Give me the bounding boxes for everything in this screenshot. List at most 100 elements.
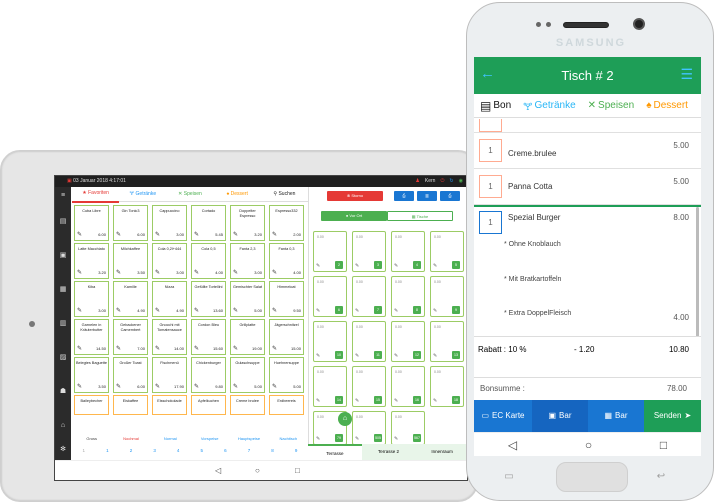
edit-icon[interactable]: ✎ [155, 231, 160, 238]
product-card[interactable]: Gulaschsuppe ✎ 5.00 [230, 357, 265, 393]
qty-box[interactable]: 1 [479, 139, 502, 162]
course-nochmal[interactable]: Nochmal [111, 436, 150, 441]
product-card[interactable]: Cordon Bleu ✎ 15.60 [191, 319, 226, 355]
table-card[interactable]: 0.00 ✎ 12 [391, 321, 425, 362]
product-card[interactable]: Cola 0,5 ✎ 4.00 [191, 243, 226, 279]
bar-calc-button[interactable]: ▦ Bar [588, 400, 644, 432]
nav-recent-icon[interactable]: □ [295, 466, 300, 475]
edit-icon[interactable]: ✎ [433, 398, 437, 404]
course-gruss[interactable]: Gruss [72, 436, 111, 441]
edit-icon[interactable]: ✎ [77, 307, 82, 314]
edit-icon[interactable]: ✎ [272, 307, 277, 314]
table-card[interactable]: 0.00 ✎ 16 [391, 366, 425, 407]
tab-dessert[interactable]: ♠ Dessert [214, 187, 261, 202]
nav-back-icon[interactable]: ◁ [215, 466, 221, 475]
product-card[interactable]: Gefüllte Tortellini ✎ 13.60 [191, 281, 226, 317]
edit-icon[interactable]: ✎ [77, 231, 82, 238]
edit-icon[interactable]: ✎ [394, 398, 398, 404]
menu-dessert[interactable]: ♠ Dessert [640, 100, 694, 111]
product-card[interactable]: Huehnersuppe ✎ 5.00 [269, 357, 304, 393]
tab-speisen[interactable]: ✕ Speisen [166, 187, 213, 202]
page-number[interactable]: 9 [284, 448, 308, 453]
nav-recent-icon[interactable]: □ [660, 438, 667, 452]
edit-icon[interactable]: ✎ [155, 345, 160, 352]
edit-icon[interactable]: ✎ [233, 307, 238, 314]
edit-icon[interactable]: ✎ [116, 345, 121, 352]
product-card[interactable]: Espresso332 ✎ 2.00 [269, 205, 304, 241]
edit-icon[interactable]: ✎ [155, 269, 160, 276]
edit-icon[interactable]: ✎ [116, 231, 121, 238]
table-card[interactable]: 0.00 ✎ 567 [391, 411, 425, 445]
room-terrasse[interactable]: Terrasse [308, 444, 362, 460]
product-card[interactable]: Kamille ✎ 4.90 [113, 281, 148, 317]
document-icon[interactable]: ▤ [58, 217, 68, 227]
menu-icon[interactable]: ≡ [58, 191, 68, 201]
phone-home-button[interactable] [556, 462, 628, 492]
table-card[interactable]: 0.00 ✎ 13 [430, 321, 464, 362]
product-card[interactable]: Baileybecher [74, 395, 109, 415]
edit-icon[interactable]: ✎ [155, 383, 160, 390]
list-item[interactable]: 1 Creme.brulee 5.00 [474, 133, 701, 169]
product-card[interactable]: Cortado ✎ 5.45 [191, 205, 226, 241]
product-card[interactable]: Gin Tonic3 ✎ 6.00 [113, 205, 148, 241]
table-card[interactable]: 0.00 ✎ 6 [313, 276, 347, 317]
product-card[interactable]: Milchkaffee ✎ 3.50 [113, 243, 148, 279]
edit-icon[interactable]: ✎ [316, 308, 320, 314]
edit-icon[interactable]: ✎ [272, 383, 277, 390]
page-number[interactable]: 3 [143, 448, 167, 453]
recent-apps-icon[interactable]: ▭ [497, 470, 521, 484]
table-card[interactable]: 0.00 ✎ 3 [352, 231, 386, 272]
table-card[interactable]: 0.00 ✎ 15 [352, 366, 386, 407]
page-number[interactable]: 2 [119, 448, 143, 453]
product-card[interactable]: Nizza ✎ 4.90 [152, 281, 187, 317]
edit-icon[interactable]: ✎ [433, 308, 437, 314]
menu-speisen[interactable]: ✕ Speisen [582, 100, 641, 111]
product-card[interactable]: Fanta 2,3 ✎ 3.00 [230, 243, 265, 279]
edit-icon[interactable]: ✎ [233, 231, 238, 238]
product-card[interactable]: Cappuccino ✎ 3.00 [152, 205, 187, 241]
qty-box[interactable] [479, 119, 502, 132]
home-icon[interactable]: ⌂ [58, 421, 68, 431]
edit-icon[interactable]: ✎ [77, 345, 82, 352]
edit-icon[interactable]: ✎ [433, 263, 437, 269]
nav-home-icon[interactable]: ○ [585, 438, 592, 452]
product-card[interactable]: Chickenburger ✎ 9.80 [191, 357, 226, 393]
edit-icon[interactable]: ✎ [194, 269, 199, 276]
filter-icon[interactable]: ☰ [680, 66, 693, 83]
menu-getraenke[interactable]: 🝖 Getränke [517, 95, 582, 116]
edit-icon[interactable]: ✎ [194, 307, 199, 314]
product-card[interactable]: Cuba Libre ✎ 6.00 [74, 205, 109, 241]
edit-icon[interactable]: ✎ [272, 231, 277, 238]
product-card[interactable]: Fanta 0,3 ✎ 4.00 [269, 243, 304, 279]
edit-icon[interactable]: ✎ [155, 307, 160, 314]
course-hauptspeise[interactable]: Hauptspeise [229, 436, 268, 441]
page-number[interactable]: 5 [190, 448, 214, 453]
table-card[interactable]: 0.00 ✎ 4 [391, 231, 425, 272]
edit-icon[interactable]: ✎ [316, 398, 320, 404]
edit-icon[interactable]: ✎ [394, 263, 398, 269]
menu-bon[interactable]: ▤ Bon [474, 99, 517, 113]
page-number[interactable]: 8 [261, 448, 285, 453]
edit-icon[interactable]: ✎ [272, 269, 277, 276]
edit-icon[interactable]: ✎ [394, 353, 398, 359]
course-vorspeise[interactable]: Vorspeise [190, 436, 229, 441]
product-card[interactable]: Eiskaffee [113, 395, 148, 415]
edit-icon[interactable]: ✎ [194, 345, 199, 352]
edit-icon[interactable]: ✎ [316, 436, 320, 442]
edit-icon[interactable]: ✎ [272, 345, 277, 352]
edit-icon[interactable]: ✎ [194, 231, 199, 238]
table-card[interactable]: 0.00 ✎ 11 [352, 321, 386, 362]
table-card[interactable]: 0.00 ✎ 2 [313, 231, 347, 272]
product-card[interactable]: Cola 0,2l+444 ✎ 3.00 [152, 243, 187, 279]
room-terrasse-2[interactable]: Terrasse 2 [361, 444, 416, 460]
edit-icon[interactable]: ✎ [433, 353, 437, 359]
product-card[interactable]: Belegtes Baguette ✎ 3.50 [74, 357, 109, 393]
logout-icon[interactable]: ⏻ [440, 176, 444, 187]
nav-back-icon[interactable]: ◁ [508, 438, 517, 452]
edit-icon[interactable]: ✎ [316, 353, 320, 359]
product-card[interactable]: Fischmenü ✎ 17.90 [152, 357, 187, 393]
product-card[interactable]: Kiba ✎ 3.00 [74, 281, 109, 317]
chart-icon[interactable]: ▨ [58, 353, 68, 363]
edit-icon[interactable]: ✎ [233, 345, 238, 352]
page-number[interactable]: 1 [96, 448, 120, 453]
